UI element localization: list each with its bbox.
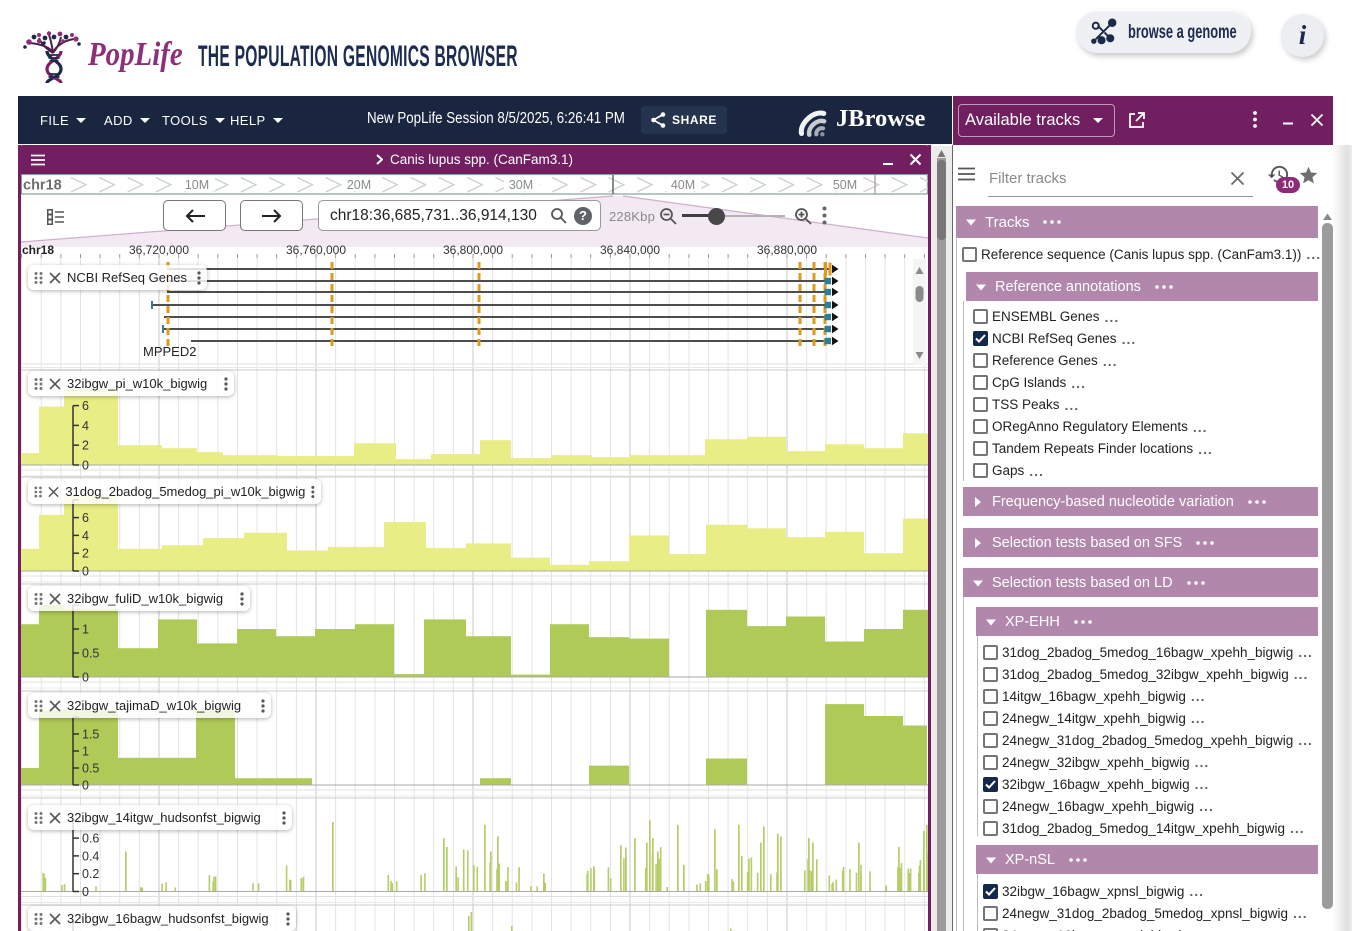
svg-text:4: 4 — [82, 419, 89, 433]
svg-text:0.6: 0.6 — [82, 832, 99, 846]
svg-text:4: 4 — [82, 529, 89, 543]
svg-text:1.5: 1.5 — [82, 728, 99, 742]
svg-text:MPPED2: MPPED2 — [143, 344, 196, 359]
svg-text:20M: 20M — [347, 178, 371, 192]
svg-text:30M: 30M — [509, 178, 533, 192]
svg-text:2: 2 — [82, 547, 89, 561]
svg-text:40M: 40M — [671, 178, 695, 192]
svg-text:1: 1 — [82, 623, 89, 637]
svg-text:6: 6 — [82, 399, 89, 413]
svg-text:0.4: 0.4 — [82, 849, 99, 863]
svg-text:10M: 10M — [185, 178, 209, 192]
svg-text:0.5: 0.5 — [82, 762, 99, 776]
svg-text:2: 2 — [82, 439, 89, 453]
svg-text:0.5: 0.5 — [82, 647, 99, 661]
svg-text:1: 1 — [82, 745, 89, 759]
svg-text:chr18: chr18 — [22, 243, 54, 257]
svg-text:0.2: 0.2 — [82, 867, 99, 881]
svg-text:50M: 50M — [833, 178, 857, 192]
svg-text:6: 6 — [82, 511, 89, 525]
svg-text:chr18: chr18 — [23, 178, 62, 194]
